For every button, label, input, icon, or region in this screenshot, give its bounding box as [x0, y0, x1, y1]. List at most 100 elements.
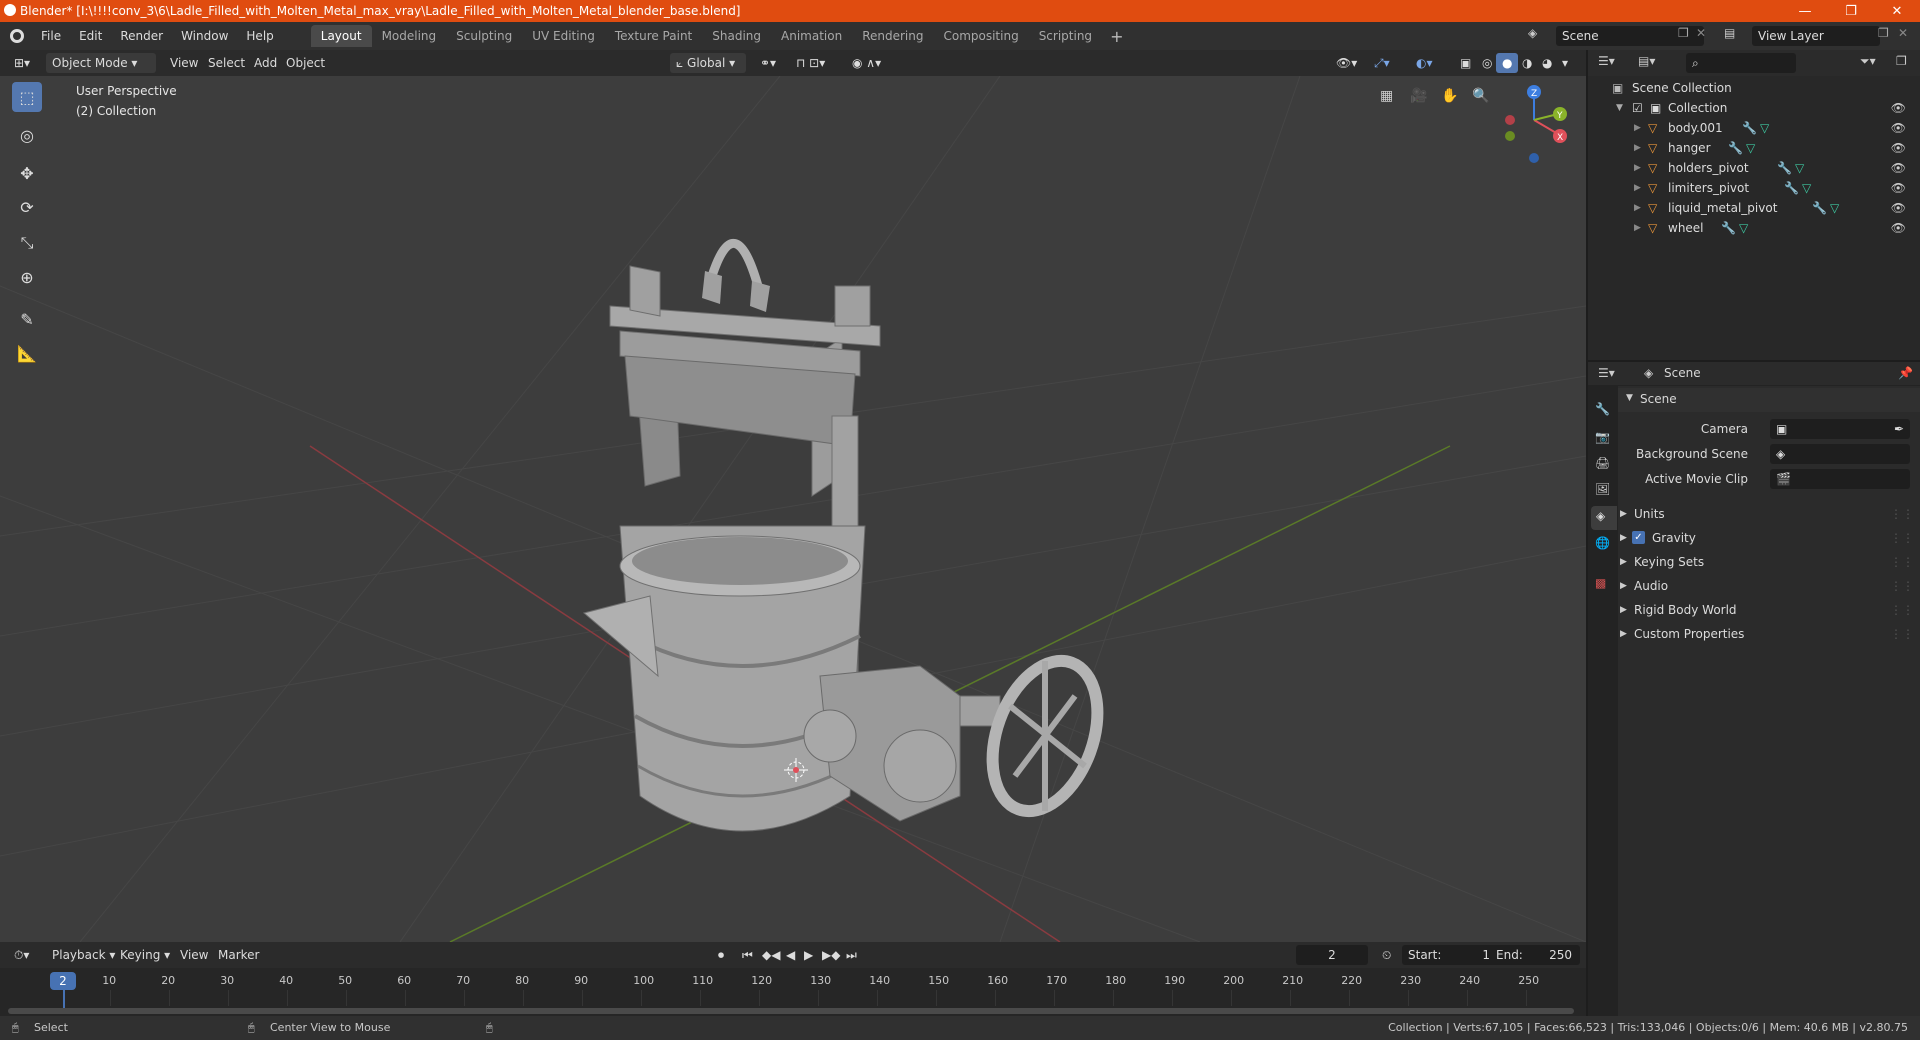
expand-arrow-icon[interactable]: ▶: [1634, 218, 1641, 238]
move-tool[interactable]: ✥: [12, 158, 42, 188]
subpanel-rigid-body-world[interactable]: ▶ Rigid Body World ⋮⋮: [1620, 598, 1920, 622]
outliner-collection[interactable]: ▼ ☑ ▣ Collection 👁: [1588, 98, 1920, 118]
active-movie-clip-field[interactable]: 🎬: [1770, 469, 1910, 489]
outliner-object-row[interactable]: ▶ ▽ wheel 🔧 ▽ 👁: [1588, 218, 1920, 238]
subpanel-custom-properties[interactable]: ▶ Custom Properties ⋮⋮: [1620, 622, 1920, 646]
select-box-tool[interactable]: ⬚: [12, 82, 42, 112]
pivot-point-icon[interactable]: ⚭▾: [754, 53, 782, 73]
outliner-scene-collection[interactable]: ▣ Scene Collection: [1588, 78, 1920, 98]
current-frame-field[interactable]: 2: [1296, 945, 1368, 965]
eye-icon[interactable]: 👁: [1891, 118, 1906, 138]
timeline-editor-type-icon[interactable]: ⏱▾: [8, 945, 35, 965]
measure-tool[interactable]: 📐: [12, 338, 42, 368]
camera-icon[interactable]: 🎥: [1410, 88, 1427, 104]
mesh-data-icon[interactable]: ▽: [1746, 138, 1755, 158]
expand-arrow-icon[interactable]: ▶: [1634, 198, 1641, 218]
outliner-editor-type-icon[interactable]: ☰▾: [1598, 54, 1615, 68]
editor-type-icon[interactable]: ⊞▾: [8, 53, 36, 73]
mesh-data-icon[interactable]: ▽: [1802, 178, 1811, 198]
menu-file[interactable]: File: [32, 25, 70, 47]
gravity-checkbox[interactable]: ✓: [1632, 531, 1645, 544]
expand-arrow-icon[interactable]: ▶: [1634, 158, 1641, 178]
pan-hand-icon[interactable]: ✋: [1441, 88, 1458, 104]
eye-icon[interactable]: 👁: [1891, 178, 1906, 198]
xray-toggle-icon[interactable]: ▣: [1454, 53, 1477, 73]
drag-handle-icon[interactable]: ⋮⋮: [1890, 502, 1914, 526]
remove-scene-icon[interactable]: ✕: [1696, 26, 1706, 40]
modifier-icon[interactable]: 🔧: [1812, 198, 1827, 218]
menu-view[interactable]: View: [164, 53, 204, 73]
subpanel-keying-sets[interactable]: ▶ Keying Sets ⋮⋮: [1620, 550, 1920, 574]
properties-editor-type-icon[interactable]: ☰▾: [1598, 366, 1615, 380]
render-tab-icon[interactable]: 📷: [1595, 430, 1610, 444]
menu-edit[interactable]: Edit: [70, 25, 111, 47]
start-frame-field[interactable]: Start: 1: [1402, 945, 1498, 965]
mesh-data-icon[interactable]: ▽: [1795, 158, 1804, 178]
record-icon[interactable]: ⏺: [712, 945, 730, 965]
view-layer-selector[interactable]: View Layer: [1752, 26, 1880, 46]
expand-arrow-icon[interactable]: ▶: [1634, 118, 1641, 138]
toggle-camera-view-icon[interactable]: ▦: [1380, 88, 1393, 104]
overlay-toggle-icon[interactable]: ◐▾: [1410, 53, 1439, 73]
end-frame-field[interactable]: End: 250: [1490, 945, 1580, 965]
tab-uv-editing[interactable]: UV Editing: [522, 25, 605, 47]
outliner-object-row[interactable]: ▶ ▽ limiters_pivot 🔧 ▽ 👁: [1588, 178, 1920, 198]
zoom-icon[interactable]: 🔍: [1472, 88, 1489, 104]
subpanel-units[interactable]: ▶ Units ⋮⋮: [1620, 502, 1920, 526]
modifier-icon[interactable]: 🔧: [1728, 138, 1743, 158]
menu-keying[interactable]: Keying ▾: [114, 945, 176, 965]
new-collection-icon[interactable]: ❐: [1896, 54, 1907, 68]
menu-add[interactable]: Add: [248, 53, 283, 73]
gizmo-neg-z-handle[interactable]: [1529, 153, 1539, 163]
drag-handle-icon[interactable]: ⋮⋮: [1890, 550, 1914, 574]
eye-icon[interactable]: 👁: [1891, 98, 1906, 118]
tab-shading[interactable]: Shading: [702, 25, 771, 47]
tool-tab-icon[interactable]: 🔧: [1595, 402, 1610, 416]
background-scene-field[interactable]: ◈: [1770, 444, 1910, 464]
mesh-data-icon[interactable]: ▽: [1739, 218, 1748, 238]
playhead-indicator[interactable]: 2: [50, 972, 76, 990]
pin-icon[interactable]: 📌: [1898, 366, 1913, 380]
new-scene-icon[interactable]: ❐: [1678, 26, 1689, 40]
outliner-object-row[interactable]: ▶ ▽ liquid_metal_pivot 🔧 ▽ 👁: [1588, 198, 1920, 218]
annotate-tool[interactable]: ✎: [12, 304, 42, 334]
outliner-object-row[interactable]: ▶ ▽ holders_pivot 🔧 ▽ 👁: [1588, 158, 1920, 178]
transform-orientation[interactable]: ⟀ Global ▾: [670, 53, 746, 73]
timeline-scrollbar[interactable]: [8, 1008, 1574, 1014]
proportional-edit-icon[interactable]: ◉ ∧▾: [846, 53, 887, 73]
close-button[interactable]: ✕: [1874, 0, 1920, 22]
tab-scripting[interactable]: Scripting: [1029, 25, 1102, 47]
rotate-tool[interactable]: ⟳: [12, 192, 42, 222]
menu-timeline-view[interactable]: View: [174, 945, 214, 965]
scene-tab-icon[interactable]: ◈: [1591, 506, 1617, 530]
modifier-icon[interactable]: 🔧: [1742, 118, 1757, 138]
tab-texture-paint[interactable]: Texture Paint: [605, 25, 702, 47]
eye-icon[interactable]: 👁: [1891, 138, 1906, 158]
expand-arrow-icon[interactable]: ▶: [1634, 138, 1641, 158]
texture-tab-icon[interactable]: ▩: [1595, 576, 1606, 590]
modifier-icon[interactable]: 🔧: [1777, 158, 1792, 178]
eyedropper-icon[interactable]: ✒: [1894, 419, 1904, 439]
tab-layout[interactable]: Layout: [310, 25, 372, 47]
menu-help[interactable]: Help: [237, 25, 282, 47]
scale-tool[interactable]: ⤡: [12, 228, 42, 258]
timeline-frames-area[interactable]: 10 20 30 40 50 60 70 80 90 100 110 120 130 140 150 160 1…: [0, 968, 1586, 1016]
tab-rendering[interactable]: Rendering: [852, 25, 933, 47]
modifier-icon[interactable]: 🔧: [1784, 178, 1799, 198]
maximize-button[interactable]: ❐: [1828, 0, 1874, 22]
3d-viewport[interactable]: User Perspective (2) Collection ⬚ ◎ ✥ ⟳ …: [0, 76, 1586, 942]
eye-icon[interactable]: 👁: [1891, 218, 1906, 238]
scene-section-header[interactable]: ▼ Scene: [1618, 388, 1920, 412]
camera-field[interactable]: ▣ ✒: [1770, 419, 1910, 439]
subpanel-gravity[interactable]: ▶ ✓ Gravity ⋮⋮: [1620, 526, 1920, 550]
view-layer-icon[interactable]: ▤: [1724, 26, 1735, 40]
drag-handle-icon[interactable]: ⋮⋮: [1890, 598, 1914, 622]
ladle-model[interactable]: [582, 238, 1117, 832]
eye-icon[interactable]: 👁: [1891, 198, 1906, 218]
transform-tool[interactable]: ⊕: [12, 262, 42, 292]
menu-window[interactable]: Window: [172, 25, 237, 47]
checkbox-checked-icon[interactable]: ☑: [1632, 98, 1643, 118]
clock-icon[interactable]: ⏲: [1376, 945, 1397, 965]
eye-icon[interactable]: 👁: [1891, 158, 1906, 178]
gizmo-neg-y-handle[interactable]: [1505, 131, 1515, 141]
